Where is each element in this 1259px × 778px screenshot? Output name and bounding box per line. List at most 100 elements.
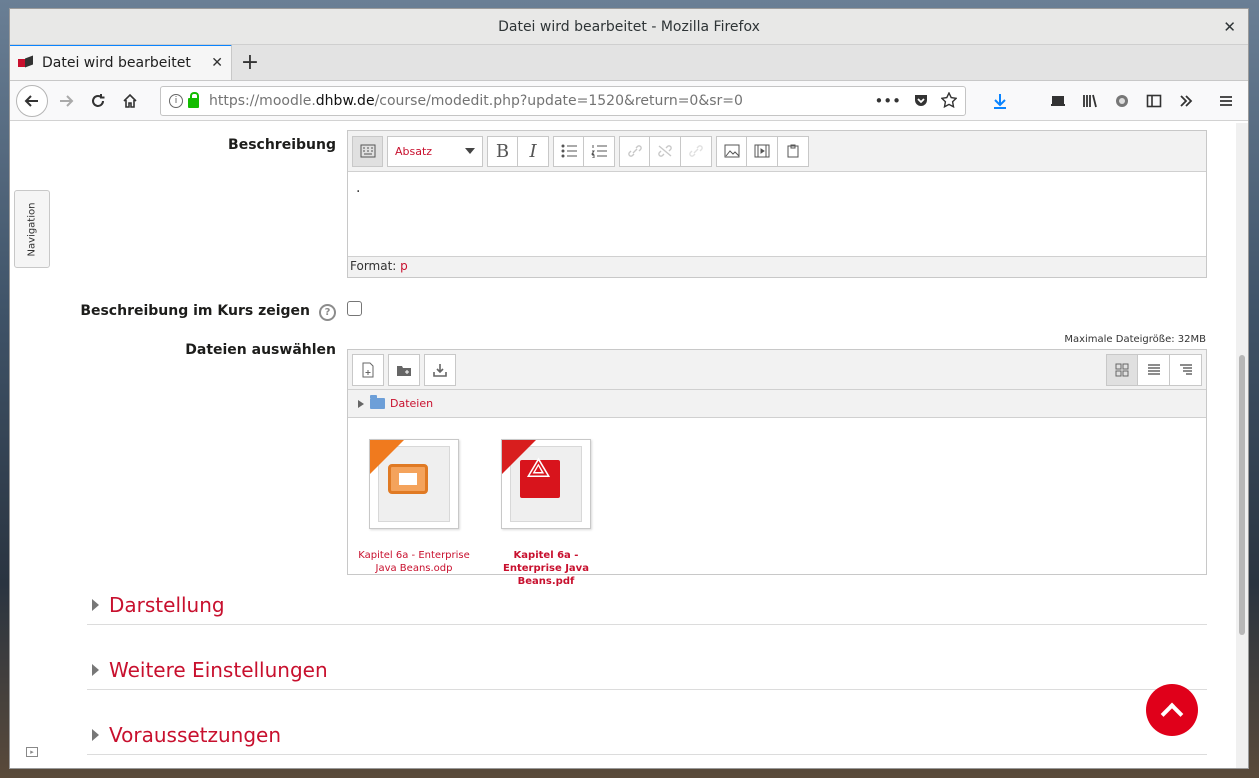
page-scrollbar[interactable] [1236, 123, 1248, 768]
tab-close-icon[interactable]: ✕ [211, 55, 223, 71]
new-tab-button[interactable]: + [232, 44, 268, 80]
chevron-down-icon [465, 148, 475, 154]
download-all-button[interactable] [424, 353, 456, 386]
section-title[interactable]: Voraussetzungen [109, 723, 281, 747]
expand-arrow-icon[interactable] [92, 728, 99, 741]
section-weitere-einstellungen[interactable]: Weitere Einstellungen [87, 650, 1207, 690]
dock-block-icon[interactable]: ▸ [26, 747, 38, 757]
reload-button[interactable] [82, 85, 114, 117]
navigation-block-toggle[interactable]: Navigation [14, 190, 50, 268]
description-label: Beschreibung [228, 137, 336, 153]
anchor-button[interactable] [681, 135, 712, 167]
unlink-icon [658, 145, 672, 157]
manage-files-button[interactable] [778, 135, 809, 167]
scroll-to-top-button[interactable] [1146, 684, 1198, 736]
expand-arrow-icon[interactable] [358, 399, 364, 408]
downloads-icon[interactable] [984, 85, 1016, 117]
expand-arrow-icon[interactable] [92, 663, 99, 676]
folder-icon [370, 395, 385, 409]
section-title[interactable]: Darstellung [109, 593, 225, 617]
files-label: Dateien auswählen [185, 342, 336, 358]
page-info-icon[interactable]: i [169, 93, 183, 108]
tree-view-icon [1179, 364, 1192, 375]
format-path-p[interactable]: p [400, 259, 408, 273]
toolbar-toggle-button[interactable] [352, 135, 383, 167]
bold-button[interactable]: B [487, 135, 518, 167]
insert-media-button[interactable] [747, 135, 778, 167]
tab-title: Datei wird bearbeitet [42, 55, 191, 71]
view-switcher [1106, 354, 1202, 386]
tab-bar: Datei wird bearbeitet ✕ + [10, 44, 1248, 81]
tree-view-button[interactable] [1170, 354, 1202, 386]
home-icon [123, 93, 137, 108]
add-file-icon [362, 362, 374, 377]
create-folder-button[interactable] [388, 353, 420, 386]
add-file-button[interactable] [352, 353, 384, 386]
file-thumbnail[interactable] [369, 439, 459, 529]
reload-icon [92, 93, 105, 107]
expand-arrow-icon[interactable] [92, 598, 99, 611]
forward-button[interactable] [50, 85, 82, 117]
scrollbar-thumb[interactable] [1239, 355, 1245, 635]
file-manager: Dateien Kapitel 6a - Enterprise Java Bea… [347, 349, 1207, 587]
file-item[interactable]: Kapitel 6a - Enterprise Java Beans.pdf [486, 439, 606, 588]
chevron-up-icon [1160, 702, 1184, 726]
keyboard-icon [360, 144, 375, 158]
window-close-icon[interactable]: ✕ [1223, 18, 1236, 36]
add-folder-icon [397, 365, 411, 376]
back-arrow-icon [24, 94, 38, 107]
url-text[interactable]: https://moodle.dhbw.de/course/modedit.ph… [209, 93, 874, 109]
grid-view-icon [1115, 363, 1129, 377]
secure-lock-icon[interactable] [188, 91, 199, 108]
dhbw-favicon-icon [18, 57, 34, 69]
numbered-list-icon [591, 145, 607, 158]
section-voraussetzungen[interactable]: Voraussetzungen [87, 715, 1207, 755]
help-icon[interactable]: ? [319, 304, 336, 321]
format-label: Format: [350, 259, 397, 273]
pocket-icon[interactable] [913, 92, 929, 108]
addon-icon[interactable] [1106, 85, 1138, 117]
unlink-button[interactable] [650, 135, 681, 167]
editor-status-bar: Format: p [348, 256, 1206, 277]
url-bar[interactable]: i https://moodle.dhbw.de/course/modedit.… [160, 85, 966, 116]
page-actions-icon[interactable]: ••• [874, 92, 901, 110]
home-button[interactable] [114, 85, 146, 117]
tab-active[interactable]: Datei wird bearbeitet ✕ [10, 44, 232, 80]
navigation-toolbar: i https://moodle.dhbw.de/course/modedit.… [10, 81, 1248, 121]
library-icon[interactable] [1074, 85, 1106, 117]
overflow-icon[interactable] [1170, 85, 1202, 117]
max-file-size: Maximale Dateigröße: 32MB [1064, 334, 1206, 345]
editor-content-area[interactable]: . [348, 172, 1206, 256]
hamburger-menu-icon[interactable] [1210, 85, 1242, 117]
navigation-block-label: Navigation [26, 202, 38, 256]
unordered-list-button[interactable] [553, 135, 584, 167]
pdf-file-icon [520, 460, 560, 498]
insert-image-button[interactable] [716, 135, 747, 167]
back-button[interactable] [16, 84, 48, 117]
italic-button[interactable]: I [518, 135, 549, 167]
bullet-list-icon [561, 144, 577, 158]
paragraph-format-select[interactable]: Absatz [387, 135, 483, 167]
screen-icon[interactable] [1042, 85, 1074, 117]
section-darstellung[interactable]: Darstellung [87, 585, 1207, 625]
bookmark-star-icon[interactable] [941, 91, 957, 108]
file-name[interactable]: Kapitel 6a - Enterprise Java Beans.odp [354, 549, 474, 575]
image-icon [724, 144, 739, 158]
file-thumbnail[interactable] [501, 439, 591, 529]
list-view-button[interactable] [1138, 354, 1170, 386]
section-title[interactable]: Weitere Einstellungen [109, 658, 328, 682]
file-item[interactable]: Kapitel 6a - Enterprise Java Beans.odp [354, 439, 474, 575]
ordered-list-button[interactable] [584, 135, 615, 167]
sidebar-icon[interactable] [1138, 85, 1170, 117]
description-editor: Absatz B I . Format: p [347, 130, 1207, 278]
icon-view-button[interactable] [1106, 354, 1138, 386]
file-manager-toolbar [348, 350, 1206, 390]
clipboard-icon [787, 144, 799, 158]
show-description-checkbox[interactable] [347, 301, 362, 316]
editor-toolbar: Absatz B I [348, 131, 1206, 172]
download-icon [433, 363, 447, 377]
link-button[interactable] [619, 135, 650, 167]
path-folder-link[interactable]: Dateien [390, 397, 433, 410]
window-title: Datei wird bearbeitet - Mozilla Firefox [498, 18, 760, 35]
file-name[interactable]: Kapitel 6a - Enterprise Java Beans.pdf [486, 549, 606, 588]
